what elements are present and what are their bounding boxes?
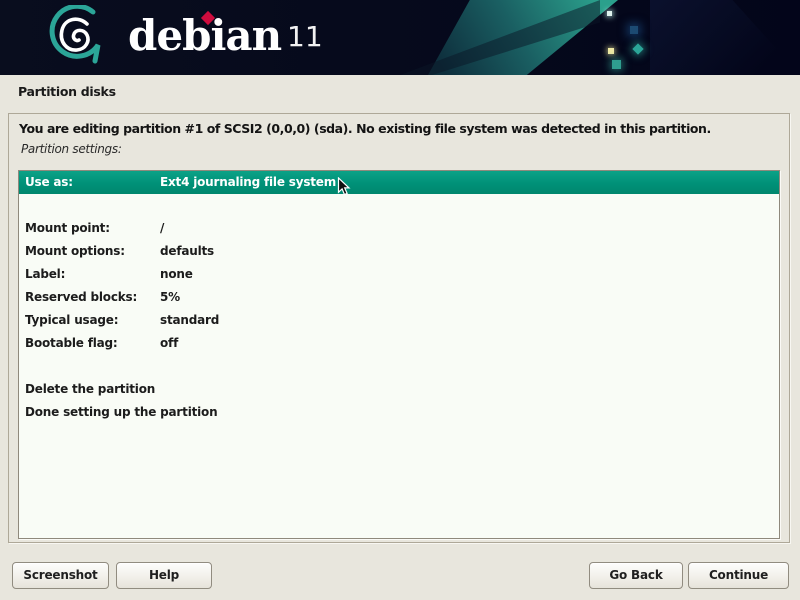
list-item-value: defaults bbox=[160, 240, 214, 263]
continue-button[interactable]: Continue bbox=[688, 562, 789, 589]
list-item[interactable]: Mount options:defaults bbox=[19, 240, 779, 263]
list-item-value: / bbox=[160, 217, 164, 240]
list-item[interactable]: Mount point:/ bbox=[19, 217, 779, 240]
list-spacer bbox=[19, 355, 779, 378]
list-item[interactable]: Label:none bbox=[19, 263, 779, 286]
installer-window: debian 11 Partition disks You are editin… bbox=[0, 0, 800, 600]
list-item[interactable]: Bootable flag:off bbox=[19, 332, 779, 355]
list-item-value: off bbox=[160, 332, 178, 355]
list-item-label: Reserved blocks: bbox=[19, 286, 160, 309]
banner-spark-white bbox=[607, 11, 612, 16]
debian-version: 11 bbox=[287, 20, 323, 54]
content-frame: You are editing partition #1 of SCSI2 (0… bbox=[8, 113, 790, 543]
list-item-label: Done setting up the partition bbox=[19, 401, 160, 424]
list-item-value: 5% bbox=[160, 286, 180, 309]
partition-settings-label: Partition settings: bbox=[21, 142, 122, 156]
help-button[interactable]: Help bbox=[116, 562, 212, 589]
list-item-label: Use as: bbox=[19, 171, 160, 194]
list-item[interactable]: Typical usage:standard bbox=[19, 309, 779, 332]
banner-spark-teal bbox=[612, 60, 621, 69]
list-item[interactable]: Delete the partition bbox=[19, 378, 779, 401]
list-item-label: Typical usage: bbox=[19, 309, 160, 332]
list-item-value: Ext4 journaling file system bbox=[160, 171, 336, 194]
list-item-label: Delete the partition bbox=[19, 378, 160, 401]
list-item-label: Label: bbox=[19, 263, 160, 286]
list-item-value: standard bbox=[160, 309, 219, 332]
list-item-label: Bootable flag: bbox=[19, 332, 160, 355]
banner-spark-teal-diamond bbox=[632, 43, 643, 54]
go-back-button[interactable]: Go Back bbox=[589, 562, 683, 589]
banner-spark-yellow bbox=[608, 48, 614, 54]
partition-settings-list: Use as:Ext4 journaling file systemMount … bbox=[18, 170, 780, 539]
list-item[interactable]: Done setting up the partition bbox=[19, 401, 779, 424]
list-item[interactable]: Reserved blocks:5% bbox=[19, 286, 779, 309]
partition-info-text: You are editing partition #1 of SCSI2 (0… bbox=[19, 121, 779, 136]
banner-right-shape bbox=[650, 0, 800, 75]
mouse-cursor bbox=[337, 177, 351, 201]
debian-swirl-icon bbox=[46, 5, 106, 73]
list-spacer bbox=[19, 194, 779, 217]
list-item-value: none bbox=[160, 263, 193, 286]
screenshot-button[interactable]: Screenshot bbox=[12, 562, 109, 589]
list-item-label: Mount options: bbox=[19, 240, 160, 263]
list-item-label: Mount point: bbox=[19, 217, 160, 240]
banner-spark-blue bbox=[630, 26, 638, 34]
page-title: Partition disks bbox=[18, 84, 116, 99]
installer-banner: debian 11 bbox=[0, 0, 800, 75]
list-item[interactable]: Use as:Ext4 journaling file system bbox=[19, 171, 779, 194]
